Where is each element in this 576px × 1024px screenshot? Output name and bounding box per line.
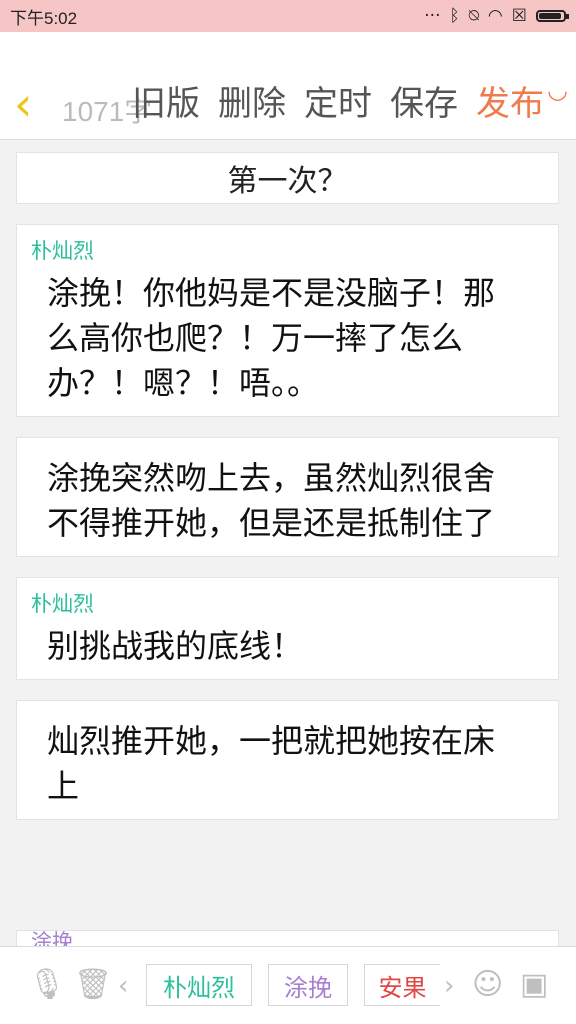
narration-text: 涂挽突然吻上去，虽然灿烈很舍不得推开她，但是还是抵制住了 xyxy=(47,459,496,542)
dialogue-block[interactable]: 朴灿烈 涂挽！你他妈是不是没脑子！那么高你也爬？！万一摔了怎么办？！嗯？！唔。。 xyxy=(16,224,559,417)
dots-icon: ··· xyxy=(424,6,441,26)
sim-off-icon: ☒ xyxy=(511,6,527,26)
story-content: 第一次？ 朴灿烈 涂挽！你他妈是不是没脑子！那么高你也爬？！万一摔了怎么办？！嗯… xyxy=(16,152,559,840)
status-time: 下午5:02 xyxy=(10,8,78,28)
character-name: 涂挽 xyxy=(284,973,332,1002)
trash-icon[interactable]: 🗑 xyxy=(74,967,112,1002)
character-name: 安果 xyxy=(378,973,427,1002)
dialogue-block-partial[interactable]: 涂挽 xyxy=(16,930,559,946)
dialogue-text: 别挑战我的底线！ xyxy=(47,627,304,665)
smile-icon: ◡ xyxy=(547,76,568,104)
story-title[interactable]: 第一次？ xyxy=(16,152,559,204)
character-chip[interactable]: 安果 xyxy=(364,964,440,1006)
chevron-left-icon[interactable]: ‹ xyxy=(14,81,44,127)
save-button[interactable]: 保存 xyxy=(390,76,458,125)
publish-button[interactable]: 发布 xyxy=(476,76,544,125)
schedule-button[interactable]: 定时 xyxy=(304,76,372,125)
narration-block[interactable]: 灿烈推开她，一把就把她按在床上 xyxy=(16,700,559,820)
chevron-right-icon[interactable]: › xyxy=(444,971,454,1001)
character-chip[interactable]: 涂挽 xyxy=(268,964,348,1006)
battery-level xyxy=(539,13,561,19)
chevron-left-icon[interactable]: ‹ xyxy=(118,971,128,1001)
emoji-icon[interactable]: ☺ xyxy=(472,967,503,1002)
delete-button[interactable]: 删除 xyxy=(218,76,286,125)
header-actions: 旧版 删除 定时 保存 发布 xyxy=(132,76,544,125)
editor-header: ‹ 1071字 旧版 删除 定时 保存 发布 ◡ xyxy=(0,32,576,140)
old-version-button[interactable]: 旧版 xyxy=(132,76,200,125)
image-icon[interactable]: ▣ xyxy=(520,967,548,1002)
status-bar: 下午5:02 ··· ᛒ ⍉ ◠ ☒ xyxy=(0,0,576,32)
bluetooth-icon: ᛒ xyxy=(449,6,460,26)
character-name: 朴灿烈 xyxy=(163,973,235,1002)
microphone-icon[interactable]: 🎙 xyxy=(28,967,66,1002)
mute-icon: ⍉ xyxy=(468,6,479,26)
wifi-icon: ◠ xyxy=(487,6,503,26)
character-chip[interactable]: 朴灿烈 xyxy=(146,964,252,1006)
speaker-name: 涂挽 xyxy=(31,930,73,946)
narration-block[interactable]: 涂挽突然吻上去，虽然灿烈很舍不得推开她，但是还是抵制住了 xyxy=(16,437,559,557)
speaker-name: 朴灿烈 xyxy=(31,239,94,263)
status-icons: ··· ᛒ ⍉ ◠ ☒ xyxy=(424,6,569,26)
narration-text: 灿烈推开她，一把就把她按在床上 xyxy=(47,722,496,805)
dialogue-text: 涂挽！你他妈是不是没脑子！那么高你也爬？！万一摔了怎么办？！嗯？！唔。。 xyxy=(47,274,496,402)
dialogue-block[interactable]: 朴灿烈 别挑战我的底线！ xyxy=(16,577,559,680)
bottom-toolbar: 🎙 🗑 ‹ 朴灿烈 涂挽 安果 › ☺ ▣ xyxy=(0,946,576,1024)
battery-icon xyxy=(536,10,569,22)
speaker-name: 朴灿烈 xyxy=(31,592,94,616)
